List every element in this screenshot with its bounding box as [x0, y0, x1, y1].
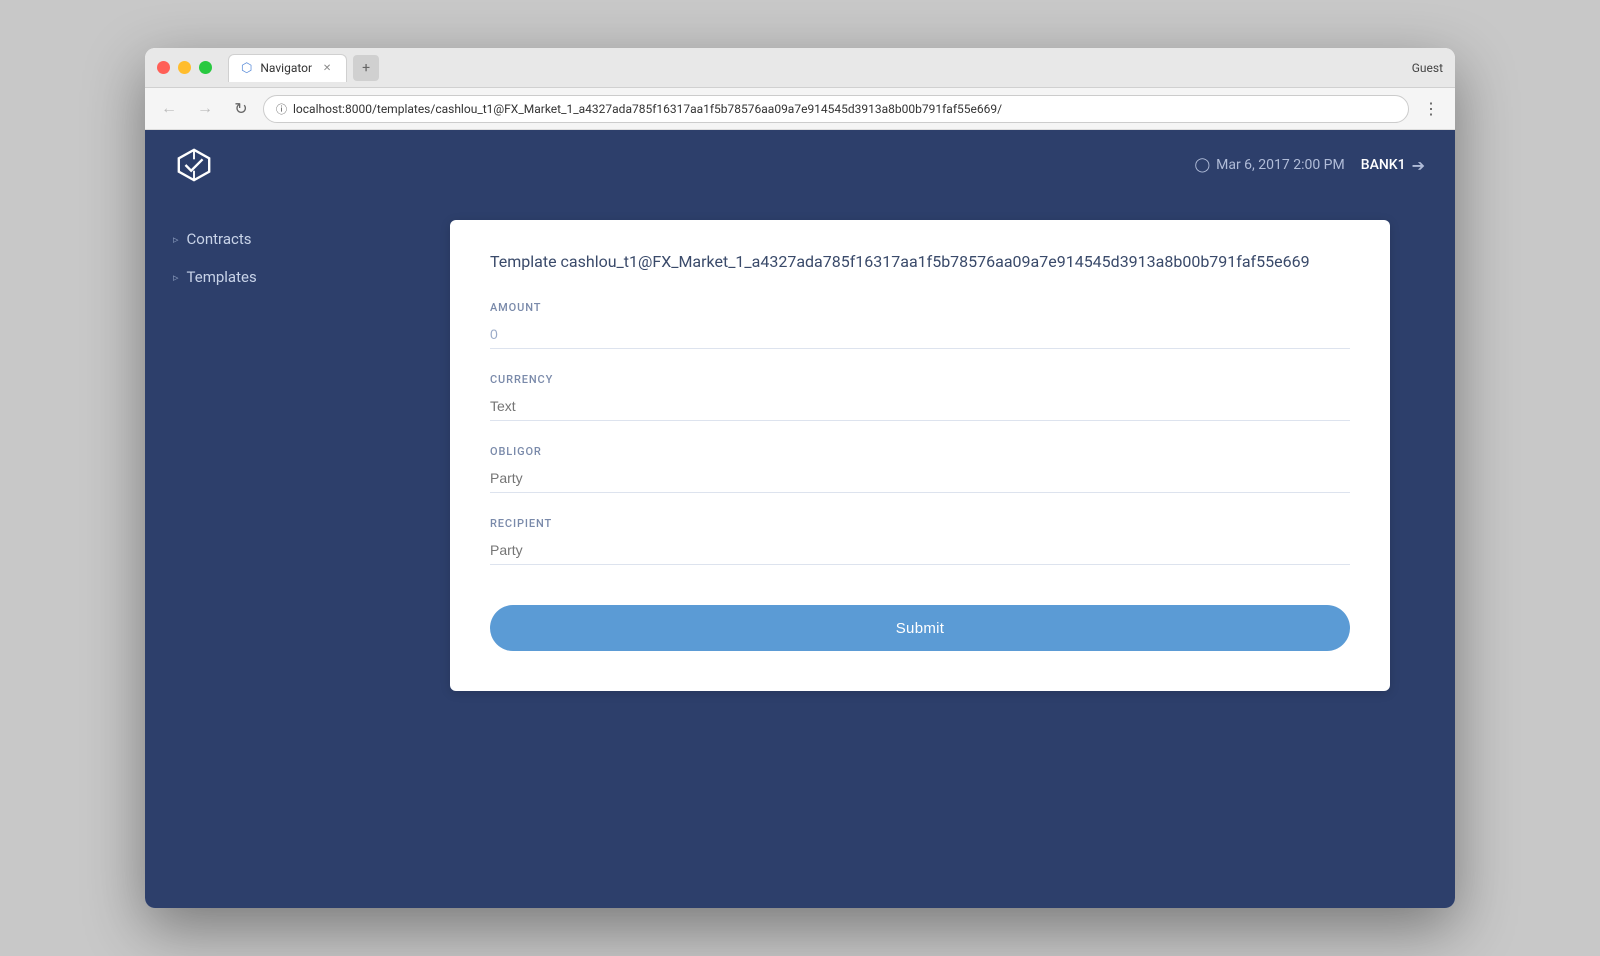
tab-icon: ⬡ [241, 61, 252, 76]
app-header: ◯ Mar 6, 2017 2:00 PM BANK1 ➔ [145, 130, 1455, 200]
amount-field: AMOUNT [490, 301, 1350, 349]
guest-label: Guest [1412, 61, 1443, 75]
form-card: Template cashlou_t1@FX_Market_1_a4327ada… [450, 220, 1390, 691]
lock-icon: ⓘ [276, 101, 287, 117]
tab-label: Navigator [260, 61, 312, 75]
new-tab-button[interactable]: + [353, 55, 379, 81]
sidebar-item-contracts[interactable]: ▹ Contracts [145, 220, 385, 258]
recipient-label: RECIPIENT [490, 517, 1350, 530]
header-right: ◯ Mar 6, 2017 2:00 PM BANK1 ➔ [1194, 156, 1425, 175]
sidebar-item-templates[interactable]: ▹ Templates [145, 258, 385, 296]
app-body: ▹ Contracts ▹ Templates Template cashlou… [145, 200, 1455, 908]
browser-menu-button[interactable]: ⋮ [1417, 95, 1445, 123]
close-button[interactable] [157, 61, 170, 74]
submit-button[interactable]: Submit [490, 605, 1350, 651]
obligor-field: OBLIGOR [490, 445, 1350, 493]
username: BANK1 [1361, 157, 1406, 173]
currency-input[interactable] [490, 392, 1350, 421]
amount-input[interactable] [490, 320, 1350, 349]
sidebar: ▹ Contracts ▹ Templates [145, 200, 385, 908]
reload-button[interactable]: ↻ [227, 95, 255, 123]
recipient-input[interactable] [490, 536, 1350, 565]
header-user: BANK1 ➔ [1361, 156, 1425, 175]
titlebar: ⬡ Navigator ✕ + Guest [145, 48, 1455, 88]
main-content: Template cashlou_t1@FX_Market_1_a4327ada… [385, 200, 1455, 908]
minimize-button[interactable] [178, 61, 191, 74]
logout-icon[interactable]: ➔ [1412, 156, 1425, 175]
tab-close-button[interactable]: ✕ [320, 61, 334, 75]
tab-area: ⬡ Navigator ✕ + [228, 54, 1412, 82]
url-bar[interactable]: ⓘ localhost:8000/templates/cashlou_t1@FX… [263, 95, 1409, 123]
clock-icon: ◯ [1194, 157, 1210, 173]
recipient-field: RECIPIENT [490, 517, 1350, 565]
logo-icon [175, 146, 213, 184]
form-title: Template cashlou_t1@FX_Market_1_a4327ada… [490, 252, 1350, 271]
app-layout: ◯ Mar 6, 2017 2:00 PM BANK1 ➔ ▹ Contract… [145, 130, 1455, 908]
obligor-input[interactable] [490, 464, 1350, 493]
header-time: ◯ Mar 6, 2017 2:00 PM [1194, 157, 1344, 173]
window-controls [157, 61, 212, 74]
timestamp: Mar 6, 2017 2:00 PM [1216, 157, 1345, 173]
currency-label: CURRENCY [490, 373, 1350, 386]
maximize-button[interactable] [199, 61, 212, 74]
logo [175, 146, 213, 184]
sidebar-item-templates-label: Templates [187, 268, 257, 286]
chevron-right-icon: ▹ [173, 233, 179, 246]
obligor-label: OBLIGOR [490, 445, 1350, 458]
currency-field: CURRENCY [490, 373, 1350, 421]
chevron-right-icon-2: ▹ [173, 271, 179, 284]
sidebar-item-contracts-label: Contracts [187, 230, 252, 248]
url-text: localhost:8000/templates/cashlou_t1@FX_M… [293, 102, 1396, 116]
browser-tab[interactable]: ⬡ Navigator ✕ [228, 54, 347, 82]
browser-window: ⬡ Navigator ✕ + Guest ← → ↻ ⓘ localhost:… [145, 48, 1455, 908]
back-button[interactable]: ← [155, 95, 183, 123]
addressbar: ← → ↻ ⓘ localhost:8000/templates/cashlou… [145, 88, 1455, 130]
forward-button[interactable]: → [191, 95, 219, 123]
amount-label: AMOUNT [490, 301, 1350, 314]
